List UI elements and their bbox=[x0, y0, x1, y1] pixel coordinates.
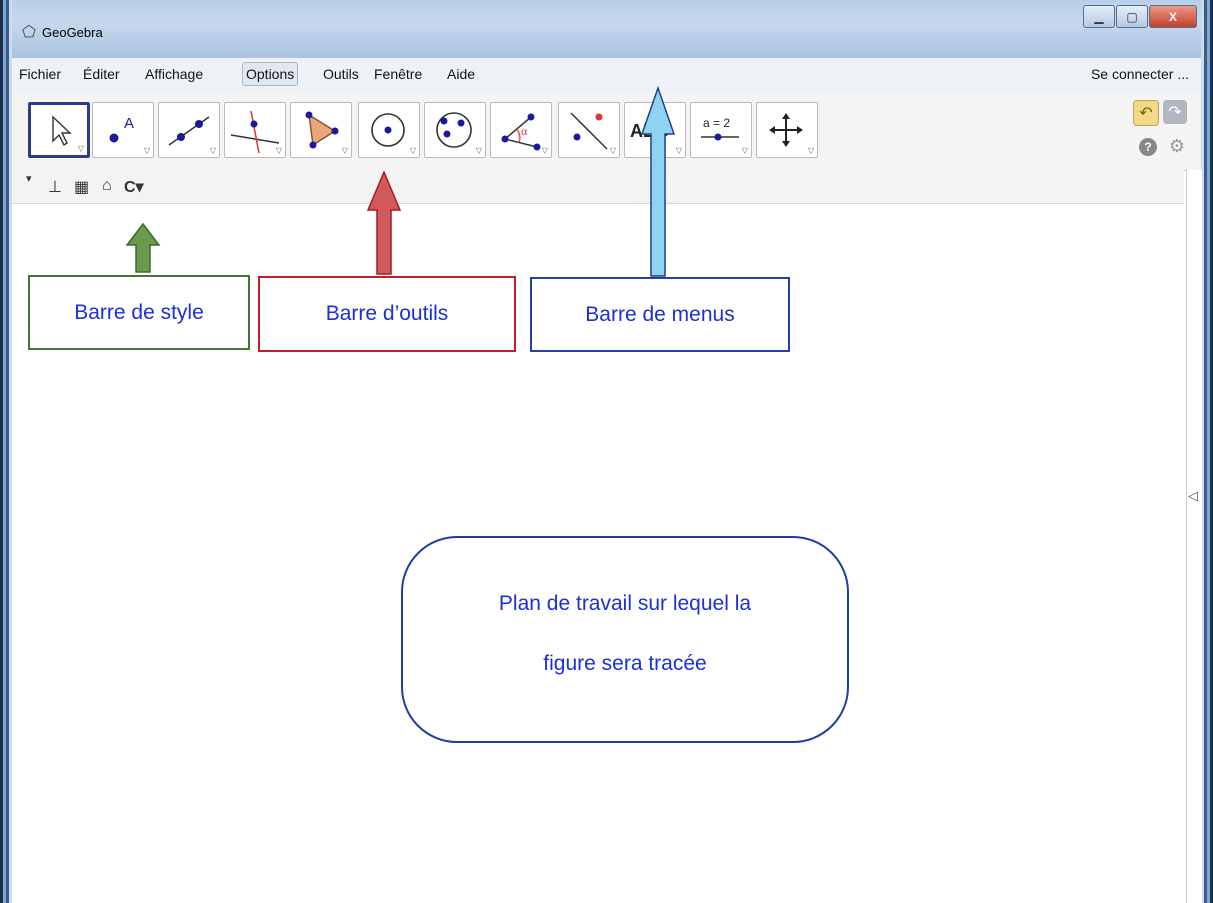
circle-tool-button[interactable]: ▽ bbox=[358, 102, 420, 158]
menu-fenetre[interactable]: Fenêtre bbox=[371, 66, 425, 82]
redo-icon[interactable]: ↷ bbox=[1163, 100, 1187, 124]
workspace-callout: Plan de travail sur lequel la figure ser… bbox=[401, 536, 849, 743]
side-panel-strip[interactable] bbox=[1186, 170, 1202, 903]
undo-icon[interactable]: ↶ bbox=[1133, 100, 1159, 126]
perpendicular-tool-button[interactable]: ▽ bbox=[224, 102, 286, 158]
workspace-callout-line1: Plan de travail sur lequel la bbox=[498, 592, 752, 615]
window-title: GeoGebra bbox=[42, 25, 103, 40]
svg-text:a = 2: a = 2 bbox=[703, 116, 730, 130]
slider-tool-button[interactable]: a = 2 ▽ bbox=[690, 102, 752, 158]
workspace-callout-line2: figure sera tracée bbox=[543, 652, 707, 675]
toolbar: ▽ A ▽ ▽ ▽ ▽ ▽ ▽ α ▽ ▽ ABC ▽ a = 2 ▽ ▽ ↶ … bbox=[12, 92, 1201, 171]
grid-icon[interactable]: ▦ bbox=[74, 177, 89, 197]
svg-text:ABC: ABC bbox=[630, 121, 669, 141]
conic-tool-button[interactable]: ▽ bbox=[424, 102, 486, 158]
menu-affichage[interactable]: Affichage bbox=[142, 66, 206, 82]
menu-aide[interactable]: Aide bbox=[444, 66, 478, 82]
svg-text:A: A bbox=[124, 115, 134, 132]
toggle-arrow-icon[interactable]: ▾ bbox=[26, 172, 32, 185]
menu-fichier[interactable]: Fichier bbox=[16, 66, 64, 82]
help-icon[interactable]: ? bbox=[1139, 138, 1157, 156]
menu-outils[interactable]: Outils bbox=[320, 66, 362, 82]
window-controls: ▁ ▢ X bbox=[1082, 5, 1197, 29]
style-bar: ▾ ⊥ ▦ ⌂ C▾ bbox=[12, 170, 1184, 204]
window-frame-left bbox=[0, 0, 12, 903]
login-link[interactable]: Se connecter ... bbox=[1091, 66, 1189, 82]
point-tool-button[interactable]: A ▽ bbox=[92, 102, 154, 158]
window-frame-right bbox=[1201, 0, 1213, 903]
toolbar-label-box: Barre d’outils bbox=[258, 276, 516, 352]
gear-icon[interactable]: ⚙ bbox=[1169, 136, 1185, 157]
polygon-tool-button[interactable]: ▽ bbox=[290, 102, 352, 158]
point-capture-icon[interactable]: C▾ bbox=[124, 177, 144, 197]
menu-editer[interactable]: Éditer bbox=[80, 66, 123, 82]
home-icon[interactable]: ⌂ bbox=[102, 177, 112, 195]
geogebra-icon: ⬠ bbox=[22, 24, 36, 41]
geogebra-window: ⬠ GeoGebra ▁ ▢ X Fichier Éditer Affichag… bbox=[12, 0, 1202, 903]
axes-icon[interactable]: ⊥ bbox=[48, 177, 62, 197]
menu-options[interactable]: Options bbox=[242, 62, 299, 86]
text-tool-button[interactable]: ABC ▽ bbox=[624, 102, 686, 158]
minimize-button[interactable]: ▁ bbox=[1083, 5, 1115, 28]
menu-bar: Fichier Éditer Affichage Options Outils … bbox=[12, 58, 1201, 93]
menu-bar-label-box: Barre de menus bbox=[530, 277, 790, 352]
line-tool-button[interactable]: ▽ bbox=[158, 102, 220, 158]
title-bar[interactable]: ⬠ GeoGebra ▁ ▢ X bbox=[12, 0, 1201, 58]
collapse-arrow-icon[interactable]: ◁ bbox=[1188, 488, 1198, 504]
move-view-tool-button[interactable]: ▽ bbox=[756, 102, 818, 158]
reflect-tool-button[interactable]: ▽ bbox=[558, 102, 620, 158]
maximize-button[interactable]: ▢ bbox=[1116, 5, 1148, 28]
svg-text:α: α bbox=[521, 124, 528, 138]
move-tool-button[interactable]: ▽ bbox=[28, 102, 90, 158]
close-button[interactable]: X bbox=[1149, 5, 1197, 28]
style-bar-label-box: Barre de style bbox=[28, 275, 250, 350]
angle-tool-button[interactable]: α ▽ bbox=[490, 102, 552, 158]
